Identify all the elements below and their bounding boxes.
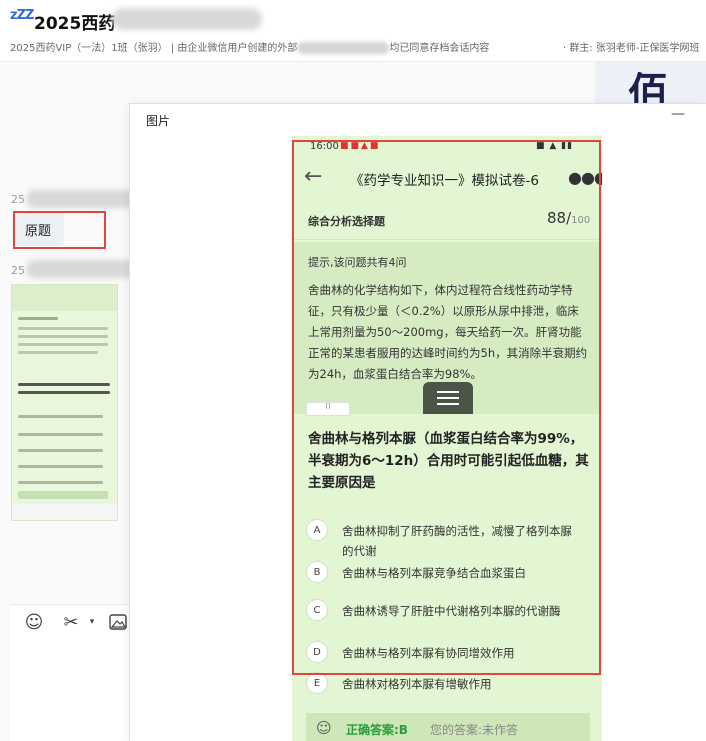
group-owner-label: · 群主: 张羽老师-正保医学网班 <box>563 43 700 54</box>
minimize-button[interactable]: — <box>671 106 685 122</box>
sender-prefix: 25 <box>11 193 25 206</box>
your-answer: 您的答案:未作答 <box>430 723 519 737</box>
subtitle-mid: 均已同意存档会话内容 <box>389 43 490 54</box>
thumbnail-line <box>18 383 110 386</box>
emoji-icon[interactable]: ☺ <box>24 612 44 633</box>
chat-window: zZZ 2025西药 2025西药VIP（一法）1班（张羽） | 由企业微信用户… <box>0 0 706 741</box>
image-icon[interactable] <box>108 612 128 632</box>
option-letter: E <box>306 672 328 694</box>
sender-redaction <box>26 260 136 278</box>
question-highlight-box <box>292 140 601 675</box>
title-redaction <box>112 8 262 30</box>
viewer-title: 图片 <box>146 114 171 128</box>
chevron-down-icon[interactable]: ▾ <box>82 612 102 632</box>
thumbnail-line <box>18 415 103 418</box>
thumbnail-line <box>18 465 103 468</box>
thumbnail-line <box>18 327 108 330</box>
thumbnail-header <box>12 285 117 311</box>
option-text: 舍曲林对格列本脲有增敏作用 <box>342 677 492 691</box>
correct-answer: 正确答案:B <box>346 723 408 737</box>
thumbnail-line <box>18 317 58 320</box>
thumbnail-line <box>18 335 108 338</box>
thumbnail-line <box>18 351 98 354</box>
thumbnail-line <box>18 433 103 436</box>
subtitle-redaction <box>297 42 390 54</box>
sender-prefix: 25 <box>11 264 25 277</box>
thumbnail-line <box>18 481 103 484</box>
highlight-box <box>13 211 106 249</box>
group-icon: zZZ <box>10 8 34 23</box>
chat-title[interactable]: 2025西药 <box>34 9 115 34</box>
scissors-icon[interactable]: ✂ <box>61 612 81 633</box>
thumbnail-line <box>18 491 108 499</box>
smile-icon: ☺ <box>316 719 332 737</box>
subtitle-left: 2025西药VIP（一法）1班（张羽） | 由企业微信用户创建的外部 <box>10 43 298 54</box>
chat-subtitle: 2025西药VIP（一法）1班（张羽） | 由企业微信用户创建的外部 均已同意存档… <box>10 39 489 54</box>
thumbnail-line <box>18 343 108 346</box>
answer-bar: ☺ 正确答案:B 您的答案:未作答 <box>306 713 590 741</box>
thumbnail-line <box>18 449 103 452</box>
chat-header: zZZ 2025西药 2025西药VIP（一法）1班（张羽） | 由企业微信用户… <box>0 0 706 62</box>
image-thumbnail[interactable] <box>11 284 118 521</box>
thumbnail-line <box>18 391 110 394</box>
thumbnail-footer <box>12 504 117 520</box>
